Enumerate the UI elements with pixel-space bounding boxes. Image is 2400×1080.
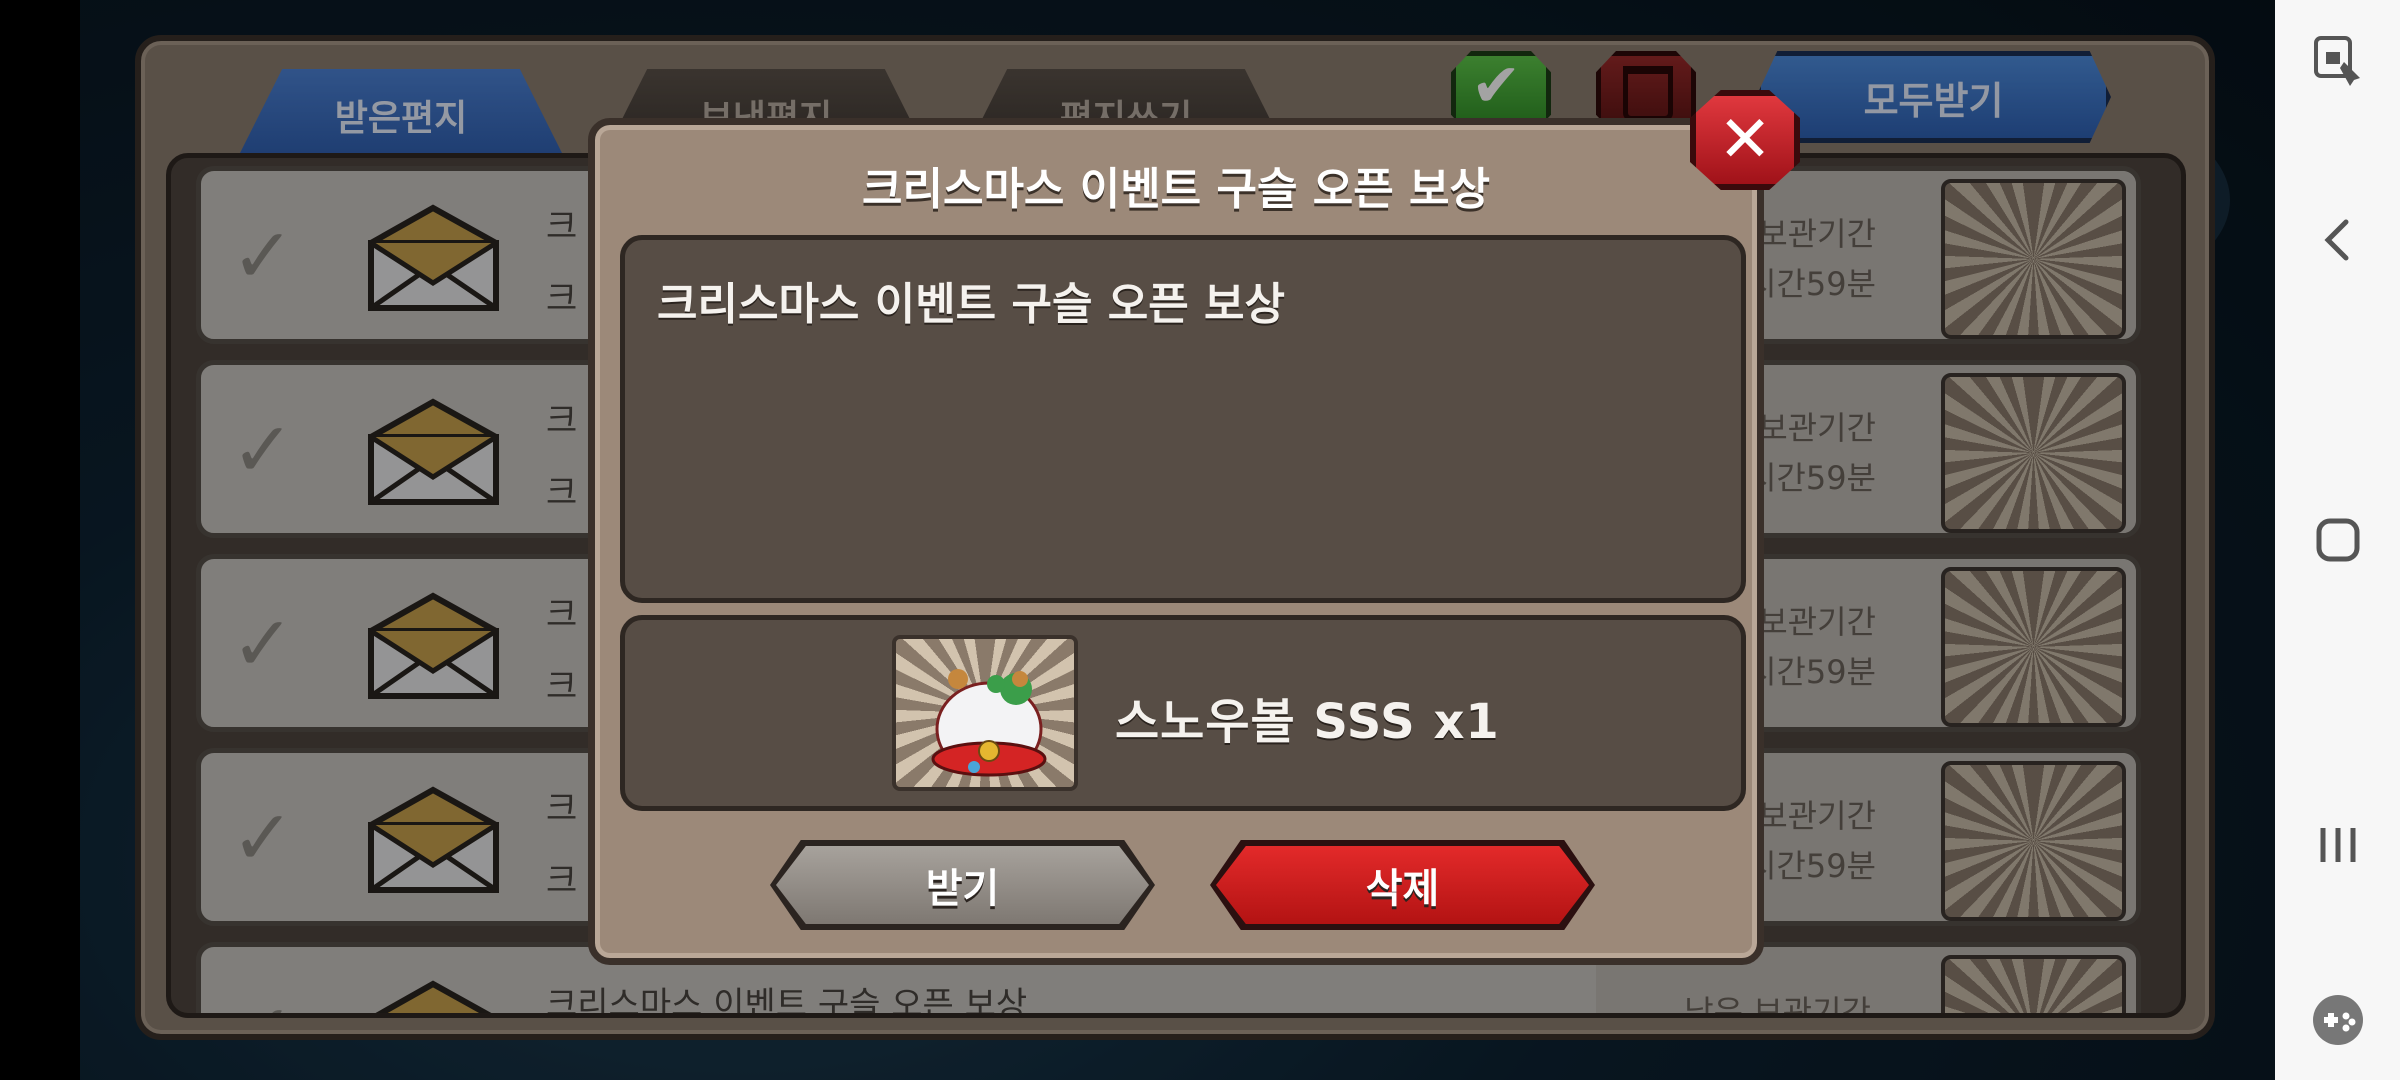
system-nav-bar — [2275, 0, 2400, 1080]
recent-apps-icon[interactable] — [2275, 810, 2400, 880]
screen-lock-touch-icon[interactable] — [2275, 25, 2400, 95]
receive-button-label: 받기 — [925, 866, 1000, 912]
screen: 받은편지 보낸편지 편지쓰기 ✔ 모두받기 ✓ — [0, 0, 2400, 1080]
mail-body: 크리스마스 이벤트 구슬 오픈 보상 — [620, 235, 1746, 603]
dialog-title: 크리스마스 이벤트 구슬 오픈 보상 — [862, 164, 1490, 215]
reward-panel: 스노우볼 SSS x1 — [620, 615, 1746, 811]
back-icon[interactable] — [2275, 205, 2400, 275]
reward-label: 스노우볼 SSS x1 — [1115, 694, 1500, 750]
mail-detail-dialog: 크리스마스 이벤트 구슬 오픈 보상 크리스마스 이벤트 구슬 오픈 보상 스노… — [588, 90, 1800, 965]
game-tools-icon[interactable] — [2275, 985, 2400, 1055]
close-icon: ✕ — [1690, 90, 1800, 190]
home-icon[interactable] — [2275, 505, 2400, 575]
close-dialog-button[interactable]: ✕ — [1690, 90, 1800, 190]
delete-button-label: 삭제 — [1365, 866, 1440, 912]
snowball-item-icon — [892, 635, 1078, 791]
delete-button[interactable]: 삭제 — [1210, 840, 1595, 930]
mail-body-text: 크리스마스 이벤트 구슬 오픈 보상 — [657, 279, 1285, 330]
receive-button[interactable]: 받기 — [770, 840, 1155, 930]
